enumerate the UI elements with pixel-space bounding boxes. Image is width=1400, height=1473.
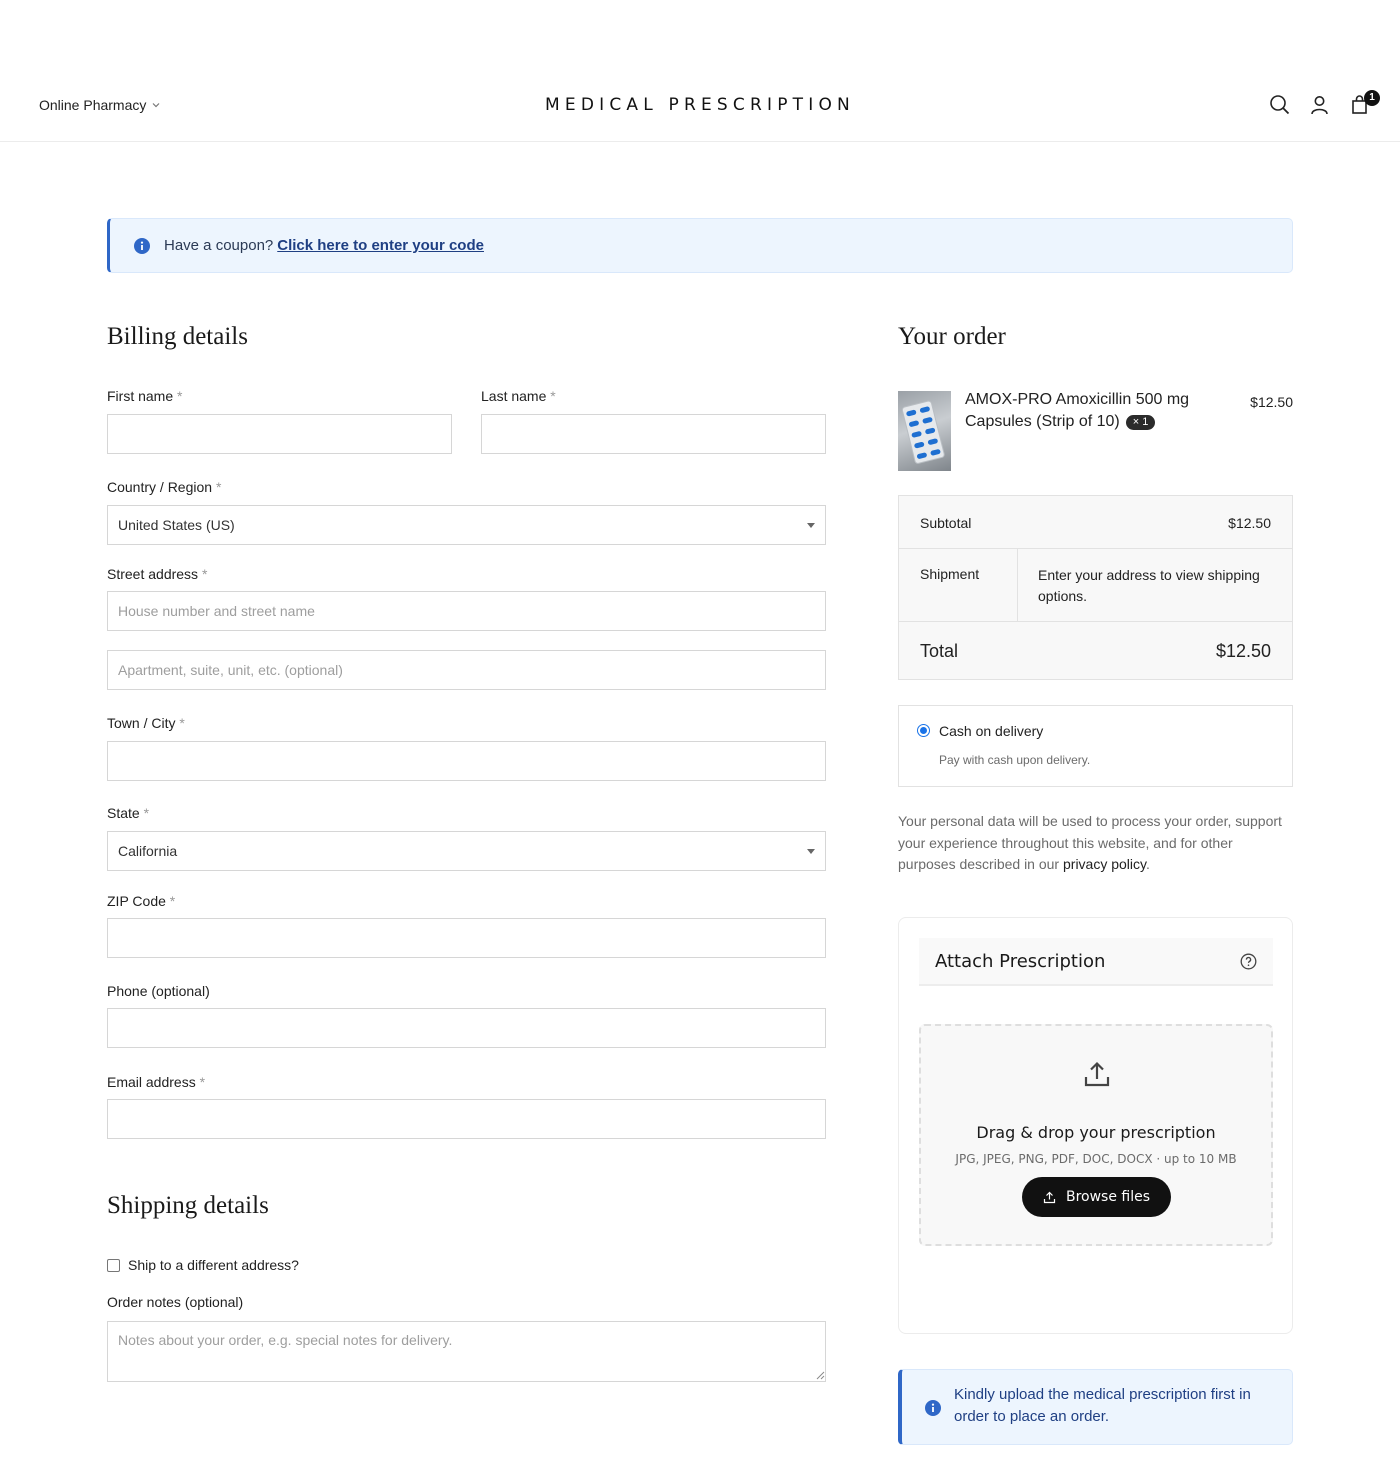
country-select[interactable]: United States (US) — [107, 505, 826, 545]
email-label: Email address * — [107, 1074, 206, 1090]
dropzone-file-types: JPG, JPEG, PNG, PDF, DOC, DOCX · up to 1… — [955, 1152, 1237, 1166]
prescription-required-notice: Kindly upload the medical prescription f… — [898, 1369, 1293, 1445]
ship-different-label: Ship to a different address? — [128, 1257, 299, 1273]
subtotal-label: Subtotal — [920, 515, 972, 531]
product-image — [898, 391, 951, 471]
city-field[interactable] — [107, 741, 826, 781]
help-icon[interactable] — [1240, 953, 1257, 970]
shipment-row: Shipment Enter your address to view ship… — [899, 549, 1292, 622]
payment-method-box: Cash on delivery Pay with cash upon deli… — [898, 705, 1293, 787]
product-price: $12.50 — [1250, 394, 1293, 410]
prescription-dropzone[interactable]: Drag & drop your prescription JPG, JPEG,… — [919, 1024, 1273, 1246]
attach-prescription-title: Attach Prescription — [935, 951, 1106, 972]
payment-method-desc: Pay with cash upon delivery. — [939, 753, 1091, 767]
search-icon[interactable] — [1269, 94, 1290, 115]
dropzone-title: Drag & drop your prescription — [976, 1123, 1216, 1142]
state-value: California — [118, 843, 178, 859]
browse-files-button[interactable]: Browse files — [1022, 1177, 1171, 1217]
prescription-notice-text: Kindly upload the medical prescription f… — [954, 1386, 1251, 1425]
country-value: United States (US) — [118, 517, 235, 533]
subtotal-row: Subtotal $12.50 — [899, 496, 1292, 549]
cart-button[interactable]: 1 — [1349, 90, 1380, 115]
upload-icon — [1043, 1191, 1056, 1203]
product-name: AMOX-PRO Amoxicillin 500 mg Capsules (St… — [965, 391, 1190, 430]
total-row: Total $12.50 — [899, 622, 1292, 680]
coupon-text: Have a coupon? — [164, 237, 274, 254]
total-label: Total — [920, 641, 959, 661]
subtotal-value: $12.50 — [1228, 515, 1271, 531]
state-select[interactable]: California — [107, 831, 826, 871]
country-label: Country / Region * — [107, 479, 222, 495]
order-title: Your order — [898, 323, 1006, 350]
privacy-note: Your personal data will be used to proce… — [898, 813, 1282, 872]
street-address-2-field[interactable] — [107, 650, 826, 690]
pill-strip-icon — [901, 400, 945, 464]
browse-files-label: Browse files — [1065, 1189, 1151, 1205]
order-notes-label: Order notes (optional) — [107, 1294, 244, 1310]
state-label: State * — [107, 805, 150, 821]
street-label: Street address * — [107, 566, 208, 582]
first-name-field[interactable] — [107, 414, 452, 454]
street-address-field[interactable] — [107, 591, 826, 631]
info-icon — [925, 1400, 941, 1416]
last-name-field[interactable] — [481, 414, 826, 454]
ship-different-checkbox[interactable] — [107, 1258, 120, 1272]
city-label: Town / City * — [107, 715, 185, 731]
dropdown-arrow-icon — [807, 523, 815, 528]
shipment-value: Enter your address to view shipping opti… — [1038, 567, 1260, 604]
site-brand[interactable]: MEDICAL PRESCRIPTION — [0, 95, 1400, 115]
coupon-notice: Have a coupon? Click here to enter your … — [107, 218, 1293, 273]
total-value: $12.50 — [1215, 641, 1271, 661]
ship-different-row[interactable]: Ship to a different address? — [107, 1257, 299, 1273]
zip-label: ZIP Code * — [107, 893, 176, 909]
site-header: Online Pharmacy MEDICAL PRESCRIPTION 1 — [0, 0, 1400, 142]
zip-field[interactable] — [107, 918, 826, 958]
dropdown-arrow-icon — [807, 849, 815, 854]
email-field[interactable] — [107, 1099, 826, 1139]
info-icon — [134, 237, 150, 254]
shipment-label: Shipment — [920, 566, 980, 582]
phone-label: Phone (optional) — [107, 983, 210, 999]
order-notes-field[interactable] — [107, 1321, 826, 1382]
last-name-label: Last name * — [481, 388, 556, 404]
coupon-link[interactable]: Click here to enter your code — [277, 237, 484, 254]
upload-icon — [1084, 1061, 1110, 1087]
table-divider — [1017, 549, 1018, 621]
order-totals-table: Subtotal $12.50 Shipment Enter your addr… — [898, 495, 1293, 680]
phone-field[interactable] — [107, 1008, 826, 1048]
billing-title: Billing details — [107, 323, 248, 350]
cart-count-badge: 1 — [1364, 90, 1380, 106]
attach-prescription-card: Attach Prescription Drag & drop your pre… — [898, 917, 1293, 1334]
account-icon[interactable] — [1309, 94, 1330, 115]
privacy-policy-link[interactable]: privacy policy — [1063, 856, 1146, 872]
payment-method-label[interactable]: Cash on delivery — [939, 723, 1043, 739]
resize-grip-icon[interactable] — [816, 1371, 825, 1380]
cash-on-delivery-radio[interactable] — [917, 724, 930, 737]
quantity-badge: × 1 — [1125, 415, 1156, 430]
attach-prescription-header: Attach Prescription — [919, 938, 1273, 986]
shipping-title: Shipping details — [107, 1192, 269, 1219]
first-name-label: First name * — [107, 388, 183, 404]
